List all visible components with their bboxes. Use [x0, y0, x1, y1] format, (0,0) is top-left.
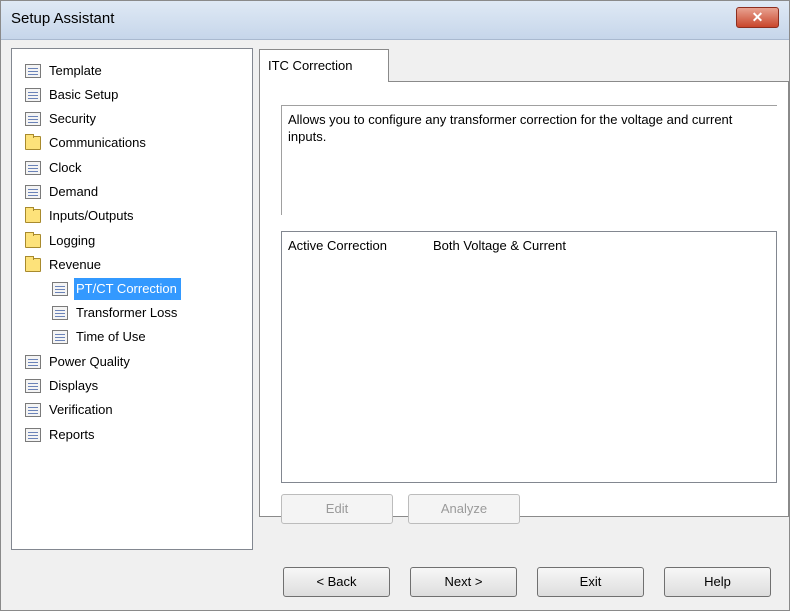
- tree-item-label: Revenue: [49, 257, 102, 272]
- folder-icon: [25, 134, 41, 150]
- document-icon: [25, 88, 41, 102]
- document-icon: [52, 282, 68, 296]
- tree-item-label: Inputs/Outputs: [49, 208, 134, 223]
- folder-icon: [25, 256, 41, 272]
- tree-item-label: Displays: [49, 378, 99, 393]
- tree-item-label: Basic Setup: [49, 87, 119, 102]
- folder-icon: [25, 232, 41, 248]
- tree-item-label: Clock: [49, 160, 82, 175]
- document-icon: [25, 355, 41, 369]
- document-icon: [25, 185, 41, 199]
- document-icon: [52, 306, 68, 320]
- tree-item-label: Power Quality: [49, 354, 130, 369]
- edit-button[interactable]: Edit: [281, 494, 393, 524]
- document-icon: [25, 112, 41, 126]
- folder-icon: [25, 207, 41, 223]
- tree-item-label: Time of Use: [76, 329, 146, 344]
- tree-item-label: Reports: [49, 427, 95, 442]
- close-button[interactable]: ✕: [736, 7, 779, 28]
- description-text: Allows you to configure any transformer …: [281, 105, 777, 215]
- document-icon: [25, 161, 41, 175]
- document-icon: [25, 379, 41, 393]
- back-button[interactable]: < Back: [283, 567, 390, 597]
- tree-item-label: Transformer Loss: [76, 305, 178, 320]
- help-button[interactable]: Help: [664, 567, 771, 597]
- analyze-button[interactable]: Analyze: [408, 494, 520, 524]
- tree-item-label: PT/CT Correction: [74, 278, 181, 300]
- tree-item-label: Verification: [49, 402, 113, 417]
- document-icon: [25, 403, 41, 417]
- correction-list[interactable]: Active Correction Both Voltage & Current: [281, 231, 777, 483]
- tree-item-label: Template: [49, 63, 102, 78]
- active-correction-value: Both Voltage & Current: [433, 238, 566, 253]
- active-correction-label: Active Correction: [288, 238, 387, 253]
- title-bar[interactable]: Setup Assistant ✕: [1, 1, 789, 40]
- tree-item-label: Logging: [49, 233, 96, 248]
- tree-item-label: Communications: [49, 135, 146, 150]
- tab-itc-correction[interactable]: ITC Correction: [259, 49, 389, 82]
- navigation-tree: Template Basic Setup Security Communicat…: [11, 48, 253, 550]
- window-title: Setup Assistant: [11, 10, 115, 27]
- next-button[interactable]: Next >: [410, 567, 517, 597]
- tree-item-label: Demand: [49, 184, 99, 199]
- exit-button[interactable]: Exit: [537, 567, 644, 597]
- tree-item-label: Security: [49, 111, 96, 126]
- document-icon: [52, 330, 68, 344]
- document-icon: [25, 64, 41, 78]
- setup-assistant-window: Setup Assistant ✕ Template Basic Setup S…: [0, 0, 790, 611]
- document-icon: [25, 428, 41, 442]
